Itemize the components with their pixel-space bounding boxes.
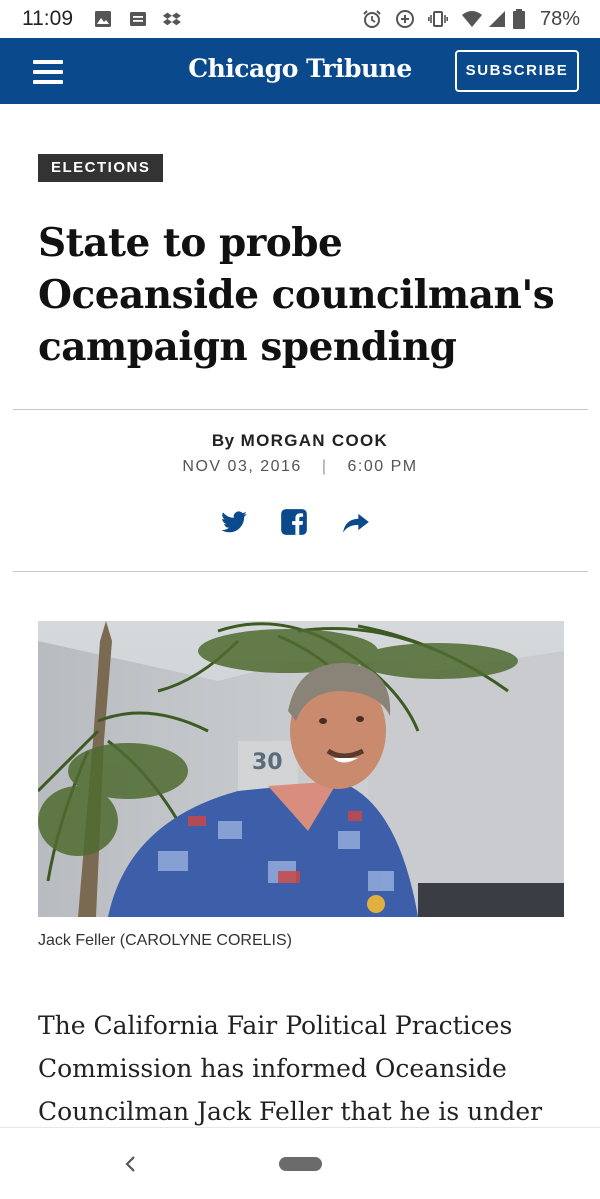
photo-caption: Jack Feller (CAROLYNE CORELIS) <box>38 932 292 949</box>
dateline: NOV 03, 2016 | 6:00 PM <box>0 458 600 476</box>
vibrate-icon <box>428 11 448 27</box>
subscribe-button[interactable]: SUBSCRIBE <box>455 50 579 92</box>
share-icon[interactable] <box>342 508 370 536</box>
headline: State to probe Oceanside councilman's ca… <box>38 220 555 370</box>
divider <box>13 571 588 572</box>
article-body: The California Fair Political Practices … <box>38 1011 543 1126</box>
dropbox-icon <box>162 12 181 26</box>
byline-prefix: By <box>211 431 235 450</box>
date-separator: | <box>321 458 328 475</box>
svg-text:30: 30 <box>252 750 283 775</box>
image-icon <box>95 11 111 27</box>
twitter-icon[interactable] <box>220 508 248 536</box>
battery-icon <box>513 9 525 29</box>
alarm-icon <box>363 10 381 28</box>
section-tag[interactable]: ELECTIONS <box>38 154 164 182</box>
home-pill[interactable] <box>279 1157 322 1171</box>
status-bar: 11:09 78% <box>0 0 600 38</box>
message-icon <box>130 12 146 26</box>
status-time: 11:09 <box>22 7 73 30</box>
author-link[interactable]: MORGAN COOK <box>241 431 388 450</box>
publish-time: 6:00 PM <box>347 458 418 475</box>
divider <box>13 409 588 410</box>
signal-icon <box>489 11 505 27</box>
wifi-icon <box>462 11 482 27</box>
byline: By MORGAN COOK <box>0 431 600 451</box>
publish-date: NOV 03, 2016 <box>182 458 302 475</box>
data-saver-icon <box>396 10 414 28</box>
article-photo[interactable]: 30 <box>38 621 564 917</box>
facebook-icon[interactable] <box>280 508 308 536</box>
back-icon[interactable] <box>120 1151 142 1177</box>
site-header: Chicago Tribune SUBSCRIBE <box>0 38 600 104</box>
battery-percent: 78% <box>539 8 580 30</box>
system-nav-bar <box>0 1127 600 1199</box>
